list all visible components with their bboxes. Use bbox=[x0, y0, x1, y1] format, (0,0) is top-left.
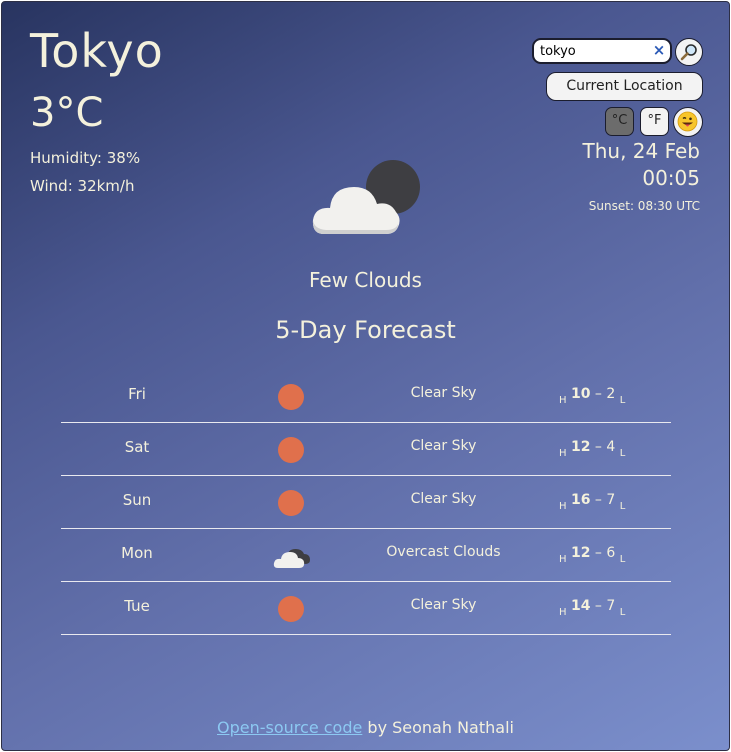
forecast-row: Sat Clear Sky H 12 – 4 L bbox=[61, 423, 671, 476]
forecast-high-low: H 16 – 7 L bbox=[559, 492, 626, 512]
celsius-button[interactable]: °C bbox=[605, 107, 634, 136]
wind-speed: Wind: 32km/h bbox=[30, 177, 135, 195]
forecast-condition: Clear Sky bbox=[410, 491, 477, 507]
current-location-button[interactable]: Current Location bbox=[546, 72, 703, 101]
forecast-day: Sat bbox=[124, 438, 150, 456]
forecast-condition: Clear Sky bbox=[410, 438, 477, 454]
forecast-condition: Clear Sky bbox=[410, 597, 477, 613]
forecast-row: Sun Clear Sky H 16 – 7 L bbox=[61, 476, 671, 529]
humidity: Humidity: 38% bbox=[30, 149, 141, 167]
forecast-high-low: H 12 – 6 L bbox=[559, 545, 626, 565]
weather-card: Tokyo 3°C Humidity: 38% Wind: 32km/h × C… bbox=[1, 1, 730, 751]
current-time: 00:05 bbox=[642, 166, 700, 190]
few-clouds-night-icon bbox=[312, 160, 420, 234]
forecast-condition: Overcast Clouds bbox=[386, 544, 501, 560]
forecast-row: Mon Overcast Clouds H 12 – 6 L bbox=[61, 529, 671, 582]
forecast-row: Fri Clear Sky H 10 – 2 L bbox=[61, 370, 671, 423]
forecast-high-low: H 12 – 4 L bbox=[559, 439, 626, 459]
overcast-clouds-icon bbox=[273, 541, 310, 571]
magnifier-icon bbox=[680, 44, 697, 61]
forecast-condition: Clear Sky bbox=[410, 385, 477, 401]
forecast-day: Tue bbox=[124, 597, 150, 615]
forecast-high-low: H 10 – 2 L bbox=[559, 386, 626, 406]
search-box: × bbox=[532, 38, 672, 64]
forecast-table: Fri Clear Sky H 10 – 2 L Sat Clear Sky H… bbox=[61, 370, 671, 635]
source-code-link[interactable]: Open-source code bbox=[217, 718, 362, 737]
footer: Open-source code by Seonah Nathali bbox=[2, 718, 729, 737]
sun-icon bbox=[276, 382, 306, 412]
forecast-day: Sun bbox=[122, 491, 152, 509]
weather-description: Few Clouds bbox=[309, 268, 422, 292]
author-credit: by Seonah Nathali bbox=[362, 718, 514, 737]
search-button[interactable] bbox=[675, 38, 703, 66]
forecast-day: Fri bbox=[128, 385, 146, 403]
theme-toggle-button[interactable] bbox=[673, 107, 703, 137]
clear-search-button[interactable]: × bbox=[651, 42, 667, 58]
tongue-face-icon bbox=[677, 111, 698, 132]
sun-icon bbox=[276, 435, 306, 465]
forecast-high-low: H 14 – 7 L bbox=[559, 598, 626, 618]
sunset-time: Sunset: 08:30 UTC bbox=[588, 199, 700, 213]
sun-icon bbox=[276, 594, 306, 624]
forecast-row: Tue Clear Sky H 14 – 7 L bbox=[61, 582, 671, 635]
sun-icon bbox=[276, 488, 306, 518]
current-date: Thu, 24 Feb bbox=[582, 139, 701, 163]
current-temperature: 3°C bbox=[30, 90, 104, 136]
fahrenheit-button[interactable]: °F bbox=[640, 107, 669, 136]
forecast-title: 5-Day Forecast bbox=[275, 316, 456, 344]
city-name: Tokyo bbox=[30, 24, 164, 78]
forecast-day: Mon bbox=[121, 544, 153, 562]
